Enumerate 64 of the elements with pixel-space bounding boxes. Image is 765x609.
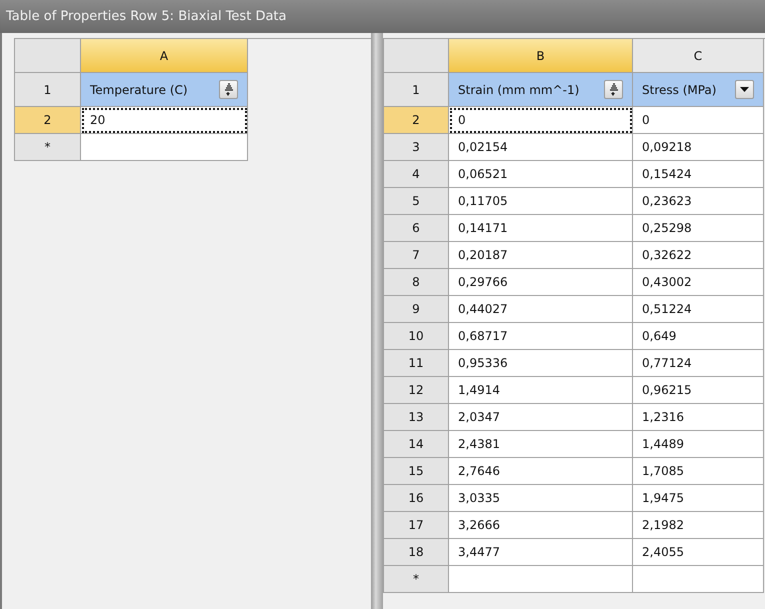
row-number[interactable]: 2	[15, 107, 81, 134]
row-number[interactable]: 8	[384, 269, 449, 296]
table-cell[interactable]: 1,7085	[633, 458, 764, 485]
row-number[interactable]: 16	[384, 485, 449, 512]
table-cell[interactable]: 0,09218	[633, 134, 764, 161]
row-number[interactable]: 9	[384, 296, 449, 323]
table-cell[interactable]: 2,0347	[449, 404, 633, 431]
row-number[interactable]: 12	[384, 377, 449, 404]
row-number[interactable]: 15	[384, 458, 449, 485]
column-header[interactable]: A	[81, 39, 248, 73]
table-cell[interactable]: 0,68717	[449, 323, 633, 350]
row-number[interactable]: 10	[384, 323, 449, 350]
header-label: Strain (mm mm^-1)	[458, 82, 580, 96]
new-row-marker[interactable]: *	[384, 566, 449, 593]
table-cell[interactable]: 0,43002	[633, 269, 764, 296]
table-cell[interactable]: 0	[633, 107, 764, 134]
row-number[interactable]: 14	[384, 431, 449, 458]
table-cell[interactable]: 1,2316	[633, 404, 764, 431]
column-header[interactable]: C	[633, 39, 764, 73]
table-cell[interactable]: 0,95336	[449, 350, 633, 377]
table-cell[interactable]: 0,20187	[449, 242, 633, 269]
row-number[interactable]: 5	[384, 188, 449, 215]
row-number[interactable]: 7	[384, 242, 449, 269]
table-cell[interactable]: 0,77124	[633, 350, 764, 377]
row-number[interactable]: 13	[384, 404, 449, 431]
table-cell[interactable]: 0,25298	[633, 215, 764, 242]
row-number: 1	[15, 73, 81, 107]
window-title: Table of Properties Row 5: Biaxial Test Data	[0, 0, 765, 33]
table-cell[interactable]: 0,44027	[449, 296, 633, 323]
table-cell[interactable]: 0,15424	[633, 161, 764, 188]
table-cell[interactable]: 3,0335	[449, 485, 633, 512]
row-number[interactable]: 17	[384, 512, 449, 539]
table-cell[interactable]: 0,649	[633, 323, 764, 350]
row-number[interactable]: 3	[384, 134, 449, 161]
row-number[interactable]: 2	[384, 107, 449, 134]
table-cell[interactable]: 0,23623	[633, 188, 764, 215]
table-cell[interactable]: 0,51224	[633, 296, 764, 323]
row-number[interactable]: 6	[384, 215, 449, 242]
new-row-marker[interactable]: *	[15, 134, 81, 161]
table-cell[interactable]: 0,32622	[633, 242, 764, 269]
header-label: Stress (MPa)	[642, 82, 716, 96]
table-cell[interactable]: 0,14171	[449, 215, 633, 242]
table-cell[interactable]: 2,4381	[449, 431, 633, 458]
table-cell[interactable]: 2,7646	[449, 458, 633, 485]
table-cell[interactable]: 0	[449, 107, 633, 134]
table-cell[interactable]: 1,4914	[449, 377, 633, 404]
row-number[interactable]: 18	[384, 539, 449, 566]
row-number[interactable]: 4	[384, 161, 449, 188]
row-number[interactable]: 11	[384, 350, 449, 377]
table-cell[interactable]: 2,1982	[633, 512, 764, 539]
table-cell[interactable]: 0,11705	[449, 188, 633, 215]
table-cell[interactable]: 1,9475	[633, 485, 764, 512]
row-number: 1	[384, 73, 449, 107]
table-cell[interactable]: 2,4055	[633, 539, 764, 566]
table-cell[interactable]: 0,29766	[449, 269, 633, 296]
table-cell[interactable]: 0,06521	[449, 161, 633, 188]
header-label: Temperature (C)	[90, 82, 188, 96]
column-header[interactable]: B	[449, 39, 633, 73]
table-cell[interactable]: 20	[81, 107, 248, 134]
table-cell[interactable]: 3,2666	[449, 512, 633, 539]
table-cell[interactable]: 3,4477	[449, 539, 633, 566]
table-cell[interactable]: 0,96215	[633, 377, 764, 404]
table-cell[interactable]: 0,02154	[449, 134, 633, 161]
table-cell[interactable]: 1,4489	[633, 431, 764, 458]
